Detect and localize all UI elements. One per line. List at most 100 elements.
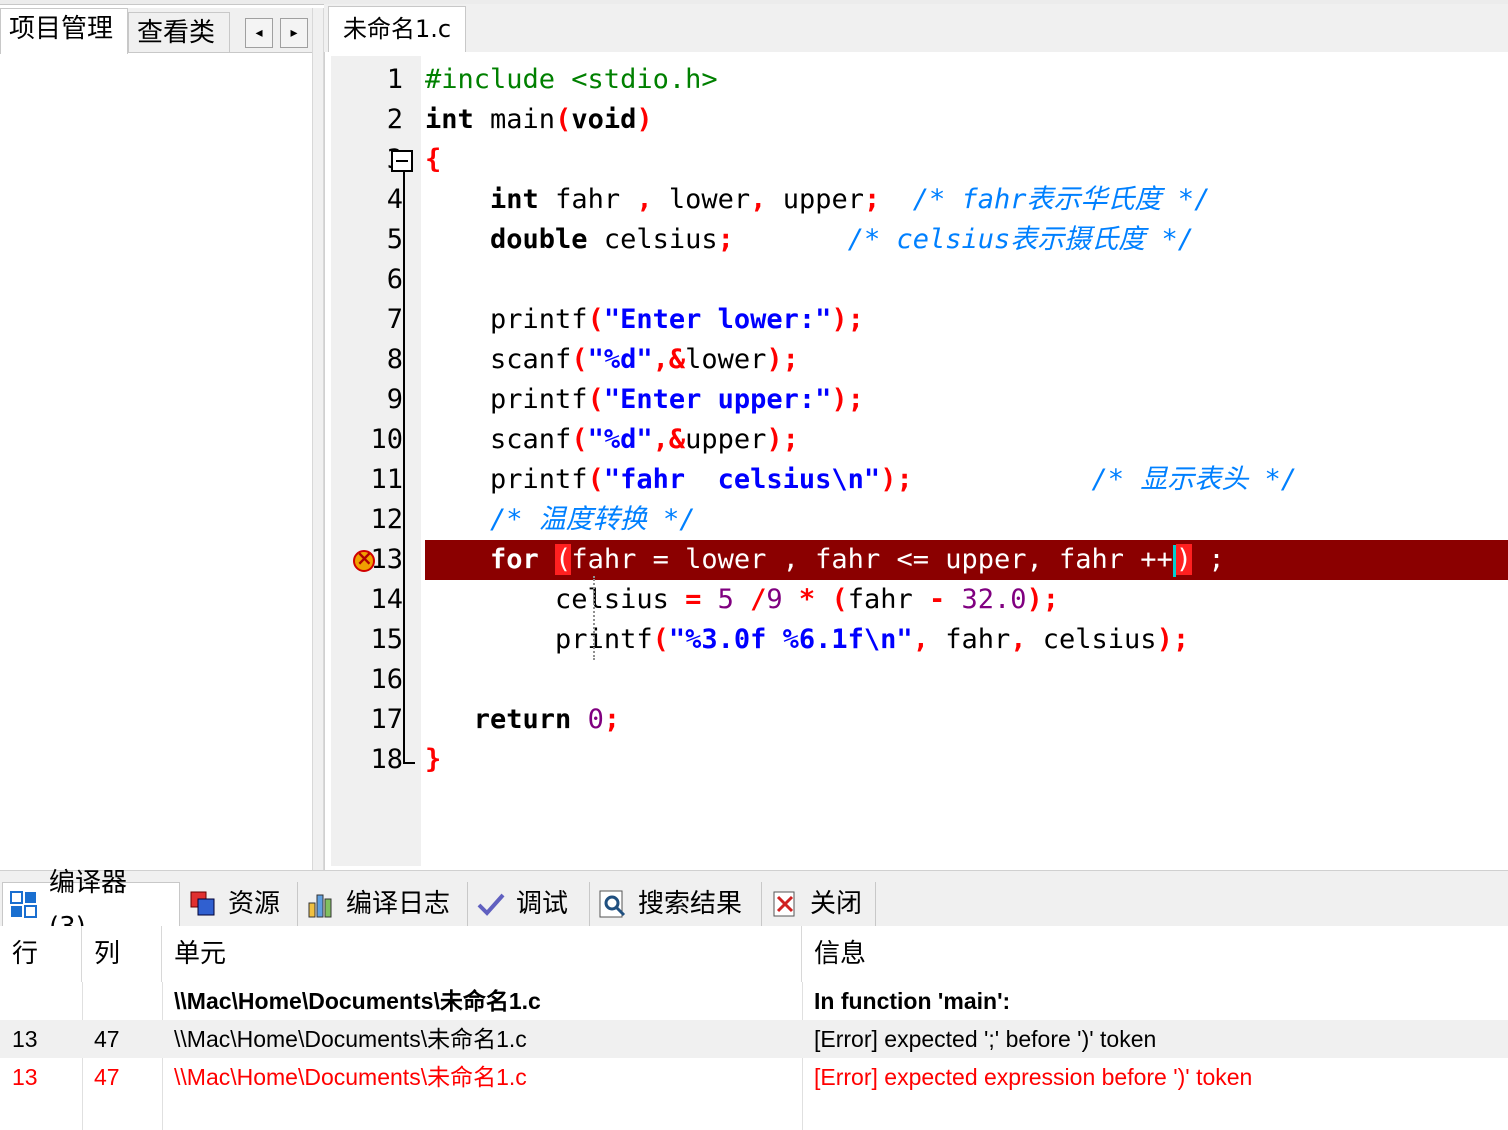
tab-class-browser[interactable]: 查看类: [128, 12, 230, 54]
symbol: ,&: [652, 424, 686, 455]
panel-splitter[interactable]: [312, 8, 324, 872]
tab-search-results-label: 搜索结果: [638, 889, 743, 919]
number-literal: 0: [571, 704, 604, 735]
bottom-panel-tabs: 编译器 (3) 资源 编译日志 调试 搜索结果 关闭: [0, 868, 1508, 942]
tab-scroll-right-button[interactable]: ▸: [280, 18, 308, 48]
symbol: ,&: [652, 344, 686, 375]
code-editor[interactable]: 1 2 3 4 5 6 7 8 9 10 11 12 13 14 15 16 1…: [324, 52, 1508, 870]
symbol: ;: [717, 224, 734, 255]
column-header-line[interactable]: 行: [0, 926, 82, 982]
number-literal: 5: [701, 584, 751, 615]
tab-compiler[interactable]: 编译器 (3): [2, 868, 180, 942]
symbol: ;: [1192, 544, 1225, 575]
code-line-17: return 0;: [425, 700, 1508, 740]
comment: /* 显示表头 */: [1091, 464, 1298, 495]
cell-unit: \\Mac\Home\Documents\未命名1.c: [174, 1026, 527, 1052]
line-number: 5: [386, 224, 403, 255]
line-number-gutter: 1 2 3 4 5 6 7 8 9 10 11 12 13 14 15 16 1…: [331, 56, 421, 866]
identifier: scanf: [490, 344, 572, 375]
code-line-15: printf("%3.0f %6.1f\n", fahr, celsius);: [425, 620, 1508, 660]
tab-debug[interactable]: 调试: [470, 882, 590, 926]
symbol: );: [766, 344, 799, 375]
symbol: (: [571, 344, 588, 375]
code-line-13-error: for (fahr = lower , fahr <= upper, fahr …: [425, 540, 1508, 580]
symbol: (: [587, 304, 604, 335]
project-tree-panel[interactable]: [0, 52, 312, 871]
line-number: 7: [386, 304, 403, 335]
identifier: main: [473, 104, 556, 135]
cell-line: 13: [12, 1026, 38, 1052]
tab-search-results[interactable]: 搜索结果: [592, 882, 762, 926]
tab-close[interactable]: 关闭: [764, 882, 876, 926]
symbol: );: [1156, 624, 1190, 655]
identifier: celsius: [587, 224, 718, 255]
code-line-9: printf("Enter upper:");: [425, 380, 1508, 420]
table-row[interactable]: 13 47 \\Mac\Home\Documents\未命名1.c [Error…: [0, 1020, 1508, 1058]
column-header-column[interactable]: 列: [82, 926, 162, 982]
keyword: void: [571, 104, 637, 135]
matched-bracket: ): [1175, 544, 1193, 575]
fold-collapse-icon[interactable]: [391, 150, 413, 172]
bar-chart-icon: [306, 889, 336, 919]
error-marker-icon[interactable]: [353, 546, 375, 572]
tab-debug-label: 调试: [516, 889, 569, 919]
cell-column: 47: [94, 1064, 120, 1090]
cell-message: [Error] expected expression before ')' t…: [814, 1064, 1253, 1090]
symbol: ): [636, 104, 653, 135]
column-header-unit[interactable]: 单元: [162, 926, 802, 982]
editor-tab-bar: 未命名1.c: [324, 4, 1508, 53]
code-line-2: int main(void): [425, 100, 1508, 140]
code-line-11: printf("fahr celsius\n"); /* 显示表头 */: [425, 460, 1508, 500]
symbol: ,: [912, 624, 929, 655]
code-line-1: #include <stdio.h>: [425, 60, 1508, 100]
identifier: celsius: [555, 584, 686, 615]
string-literal: "fahr celsius\n": [603, 464, 881, 495]
cell-message: In function 'main':: [814, 988, 1011, 1014]
symbol: );: [880, 464, 913, 495]
line-number: 14: [370, 584, 403, 615]
line-number: 4: [386, 184, 403, 215]
symbol: );: [831, 384, 864, 415]
symbol: {: [425, 144, 442, 175]
column-header-message[interactable]: 信息: [802, 926, 1508, 982]
line-number: 18: [370, 744, 403, 775]
symbol: ;: [603, 704, 621, 735]
code-line-5: double celsius; /* celsius表示摄氏度 */: [425, 220, 1508, 260]
line-number: 16: [370, 664, 403, 695]
symbol: );: [766, 424, 799, 455]
tab-project-manager[interactable]: 项目管理: [0, 8, 128, 54]
tab-compile-log[interactable]: 编译日志: [300, 882, 468, 926]
table-row[interactable]: 13 47 \\Mac\Home\Documents\未命名1.c [Error…: [0, 1058, 1508, 1096]
keyword: int: [490, 184, 539, 215]
table-row[interactable]: \\Mac\Home\Documents\未命名1.c In function …: [0, 982, 1508, 1020]
number-literal: 32.0: [945, 584, 1027, 615]
symbol: (: [587, 384, 604, 415]
indent-guide: [593, 576, 595, 660]
line-number: 9: [386, 384, 403, 415]
symbol: (: [652, 624, 669, 655]
symbol: );: [831, 304, 864, 335]
identifier: printf: [555, 624, 653, 655]
tab-resources[interactable]: 资源: [182, 882, 298, 926]
cell-column: 47: [94, 1026, 120, 1052]
comment: /* fahr表示华氏度 */: [912, 184, 1211, 215]
symbol: (: [555, 104, 572, 135]
cell-message: [Error] expected ';' before ')' token: [814, 1026, 1157, 1052]
identifier: lower: [685, 344, 767, 375]
identifier: printf: [490, 384, 588, 415]
symbol: * (: [782, 584, 848, 615]
symbol: -: [928, 584, 946, 615]
tab-scroll-left-button[interactable]: ◂: [245, 18, 273, 48]
checkmark-icon: [476, 889, 506, 919]
string-literal: "%d": [587, 424, 653, 455]
symbol: ,: [750, 184, 767, 215]
left-panel-tabs: 项目管理 查看类 ◂ ▸: [0, 8, 318, 54]
identifier: fahr = lower , fahr <= upper, fahr ++: [571, 544, 1173, 575]
identifier: printf: [490, 304, 588, 335]
tab-compile-log-label: 编译日志: [346, 889, 451, 919]
symbol: /: [750, 584, 767, 615]
tab-file-untitled1[interactable]: 未命名1.c: [328, 6, 467, 52]
matched-bracket: (: [555, 544, 572, 575]
keyword: return: [473, 704, 572, 735]
compiler-output-table[interactable]: 行 列 单元 信息 \\Mac\Home\Documents\未命名1.c In…: [0, 926, 1508, 1130]
